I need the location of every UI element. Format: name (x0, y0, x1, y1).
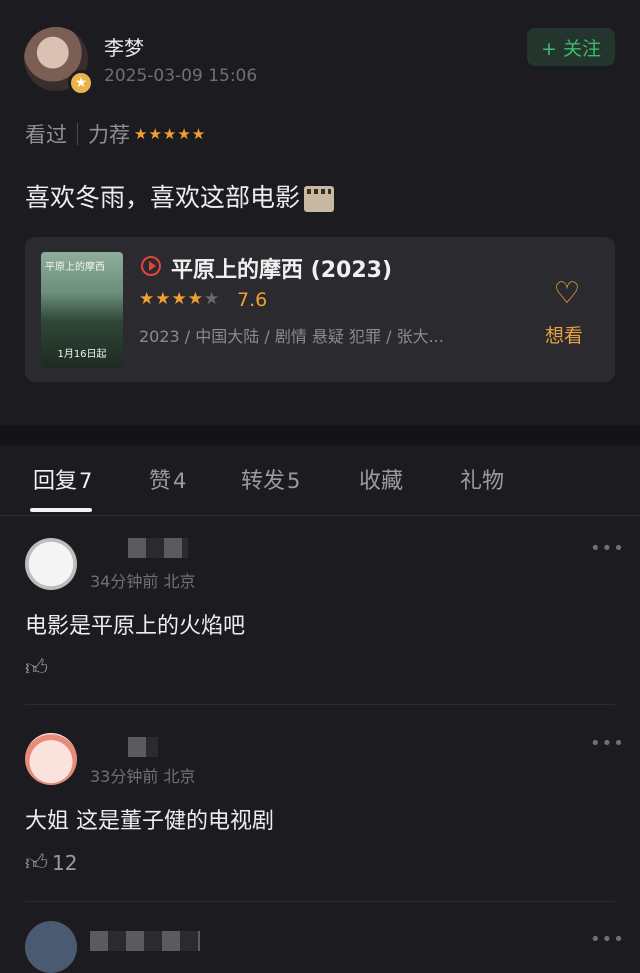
tab-favorites[interactable]: 收藏 (359, 463, 403, 495)
tab-likes-label: 赞 (149, 469, 172, 494)
tab-reposts-count: 5 (287, 469, 301, 493)
star-badge-icon: ★ (68, 70, 94, 96)
tab-reposts-label: 转发 (241, 469, 286, 494)
section-separator (0, 425, 640, 445)
watched-status: 看过 (25, 123, 67, 147)
movie-stars-empty: ★ (203, 289, 221, 309)
tab-likes[interactable]: 赞4 (149, 463, 186, 495)
username[interactable]: 李梦 (104, 32, 144, 61)
rating-row: 看过 力荐 ★★★★★ (25, 119, 206, 149)
tab-reposts[interactable]: 转发5 (241, 463, 300, 495)
divider (77, 123, 78, 145)
movie-meta: 2023 / 中国大陆 / 剧情 悬疑 犯罪 / 张大... (139, 327, 444, 346)
heart-plus-icon[interactable]: ♡ (547, 277, 587, 311)
tab-replies-count: 7 (79, 469, 93, 493)
follow-button[interactable]: + 关注 (527, 28, 615, 66)
more-options-icon[interactable]: ••• (590, 929, 625, 950)
like-button[interactable]: 👍︎ 12 (25, 849, 78, 877)
comment-text: 大姐 这是董子健的电视剧 (25, 809, 274, 834)
active-tab-indicator (30, 508, 92, 512)
post-header: ★ 李梦 2025-03-09 15:06 + 关注 看过 力荐 ★★★★★ 喜… (0, 0, 640, 425)
movie-title[interactable]: 平原上的摩西 (2023) (171, 252, 392, 284)
thumbs-up-icon: 👍︎ (25, 656, 48, 681)
movie-stars-full: ★★★★ (139, 289, 204, 309)
film-emoji-icon (304, 186, 335, 212)
tab-gifts-label: 礼物 (460, 469, 505, 494)
commenter-avatar[interactable] (25, 921, 77, 973)
rating-stars: ★★★★★ (134, 125, 207, 143)
movie-card[interactable]: 平原上的摩西 1月16日起 平原上的摩西 (2023) ★★★★★ 7.6 20… (25, 237, 615, 382)
like-button[interactable]: 👍︎ (25, 654, 48, 681)
movie-rating-stars: ★★★★★ (139, 289, 220, 309)
tab-replies[interactable]: 回复7 (33, 463, 92, 495)
want-to-watch-button[interactable]: 想看 (545, 321, 583, 348)
commenter-name-blurred[interactable] (90, 931, 200, 951)
comment-divider (25, 901, 615, 902)
comment-text: 电影是平原上的火焰吧 (25, 614, 246, 639)
post-content: 喜欢冬雨，喜欢这部电影 (25, 183, 301, 212)
comment-divider (25, 704, 615, 705)
poster-date: 1月16日起 (57, 349, 107, 360)
more-options-icon[interactable]: ••• (590, 538, 625, 559)
thumbs-up-icon: 👍︎ (25, 851, 48, 876)
comment-time: 34分钟前 北京 (90, 572, 196, 591)
movie-score: 7.6 (237, 289, 268, 311)
like-count: 12 (52, 850, 78, 875)
commenter-avatar[interactable] (25, 538, 77, 590)
post-timestamp: 2025-03-09 15:06 (104, 66, 258, 86)
commenter-name-blurred[interactable] (128, 737, 158, 757)
tab-replies-label: 回复 (33, 469, 78, 494)
play-icon[interactable] (141, 256, 161, 276)
movie-poster[interactable]: 平原上的摩西 1月16日起 (41, 252, 123, 368)
tab-gifts[interactable]: 礼物 (460, 463, 504, 495)
comment-time: 33分钟前 北京 (90, 767, 196, 786)
poster-title: 平原上的摩西 (45, 262, 105, 273)
commenter-avatar[interactable] (25, 733, 77, 785)
tab-likes-count: 4 (173, 469, 187, 493)
post-text: 喜欢冬雨，喜欢这部电影 (25, 178, 335, 214)
tab-favorites-label: 收藏 (359, 469, 404, 494)
commenter-name-blurred[interactable] (128, 538, 188, 558)
recommend-label: 力荐 (88, 123, 130, 147)
more-options-icon[interactable]: ••• (590, 733, 625, 754)
tab-bar: 回复7 赞4 转发5 收藏 礼物 (0, 445, 640, 516)
tab-divider (0, 515, 640, 516)
